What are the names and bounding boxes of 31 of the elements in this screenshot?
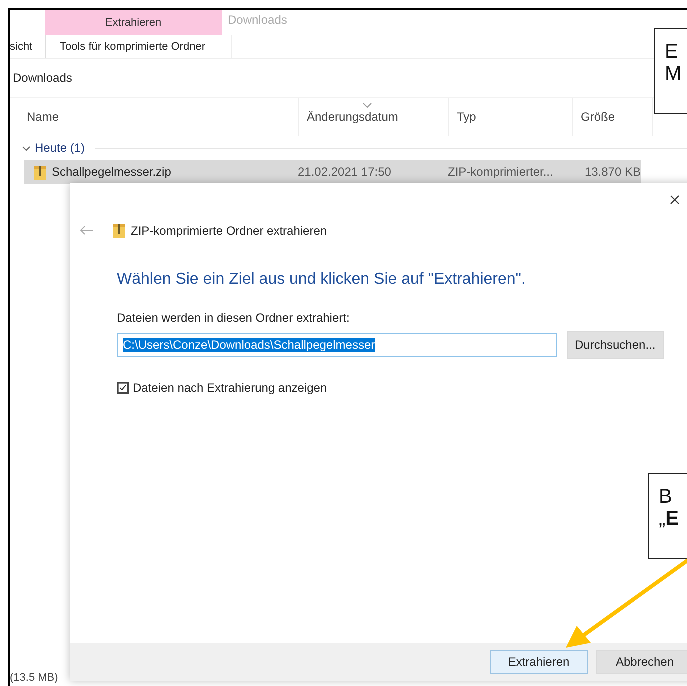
zip-folder-icon	[34, 164, 46, 180]
window-title: Downloads	[228, 12, 288, 29]
file-date: 21.02.2021 17:50	[298, 165, 392, 179]
extract-button[interactable]: Extrahieren	[490, 650, 588, 674]
file-size: 13.870 KB	[584, 165, 641, 179]
column-header[interactable]: Name	[19, 98, 299, 136]
status-text: (13.5 MB)	[10, 672, 58, 684]
browse-button[interactable]: Durchsuchen...	[567, 331, 664, 359]
chevron-icon[interactable]	[22, 144, 31, 152]
annotation-callout: E M	[654, 28, 687, 114]
address-path[interactable]: Downloads	[13, 71, 72, 85]
file-name: Schallpegelmesser.zip	[52, 165, 172, 179]
checkbox[interactable]	[117, 382, 129, 394]
field-label: Dateien werden in diesen Ordner extrahiert:	[117, 311, 351, 325]
contextual-tab-group: Extrahieren	[45, 10, 222, 35]
ribbon-tab[interactable]: Tools für komprimierte Ordner	[46, 35, 232, 58]
column-header[interactable]: Änderungsdatum	[299, 98, 449, 136]
path-field[interactable]: C:\Users\Conze\Downloads\Schallpegelmesser	[117, 333, 557, 357]
close-icon[interactable]	[670, 195, 680, 205]
group-label[interactable]: Heute (1)	[35, 141, 86, 155]
cancel-button[interactable]: Abbrechen	[596, 650, 687, 674]
file-row[interactable]: Schallpegelmesser.zip 21.02.2021 17:50 ZIP-komprimierter... 13.870 KB	[24, 160, 641, 184]
checkbox-label[interactable]: Dateien nach Extrahierung anzeigen	[133, 381, 328, 395]
ribbon-tab[interactable]: sicht	[10, 35, 46, 58]
dialog-title: ZIP-komprimierte Ordner extrahieren	[131, 224, 328, 238]
annotation-callout: B „E	[648, 473, 687, 559]
dialog-heading: Wählen Sie ein Ziel aus und klicken Sie auf "Extrahieren".	[117, 271, 527, 289]
zip-folder-icon	[113, 223, 125, 238]
column-header[interactable]: Typ	[449, 98, 573, 136]
file-type: ZIP-komprimierter...	[448, 165, 554, 179]
column-header[interactable]: Größe	[573, 98, 653, 136]
